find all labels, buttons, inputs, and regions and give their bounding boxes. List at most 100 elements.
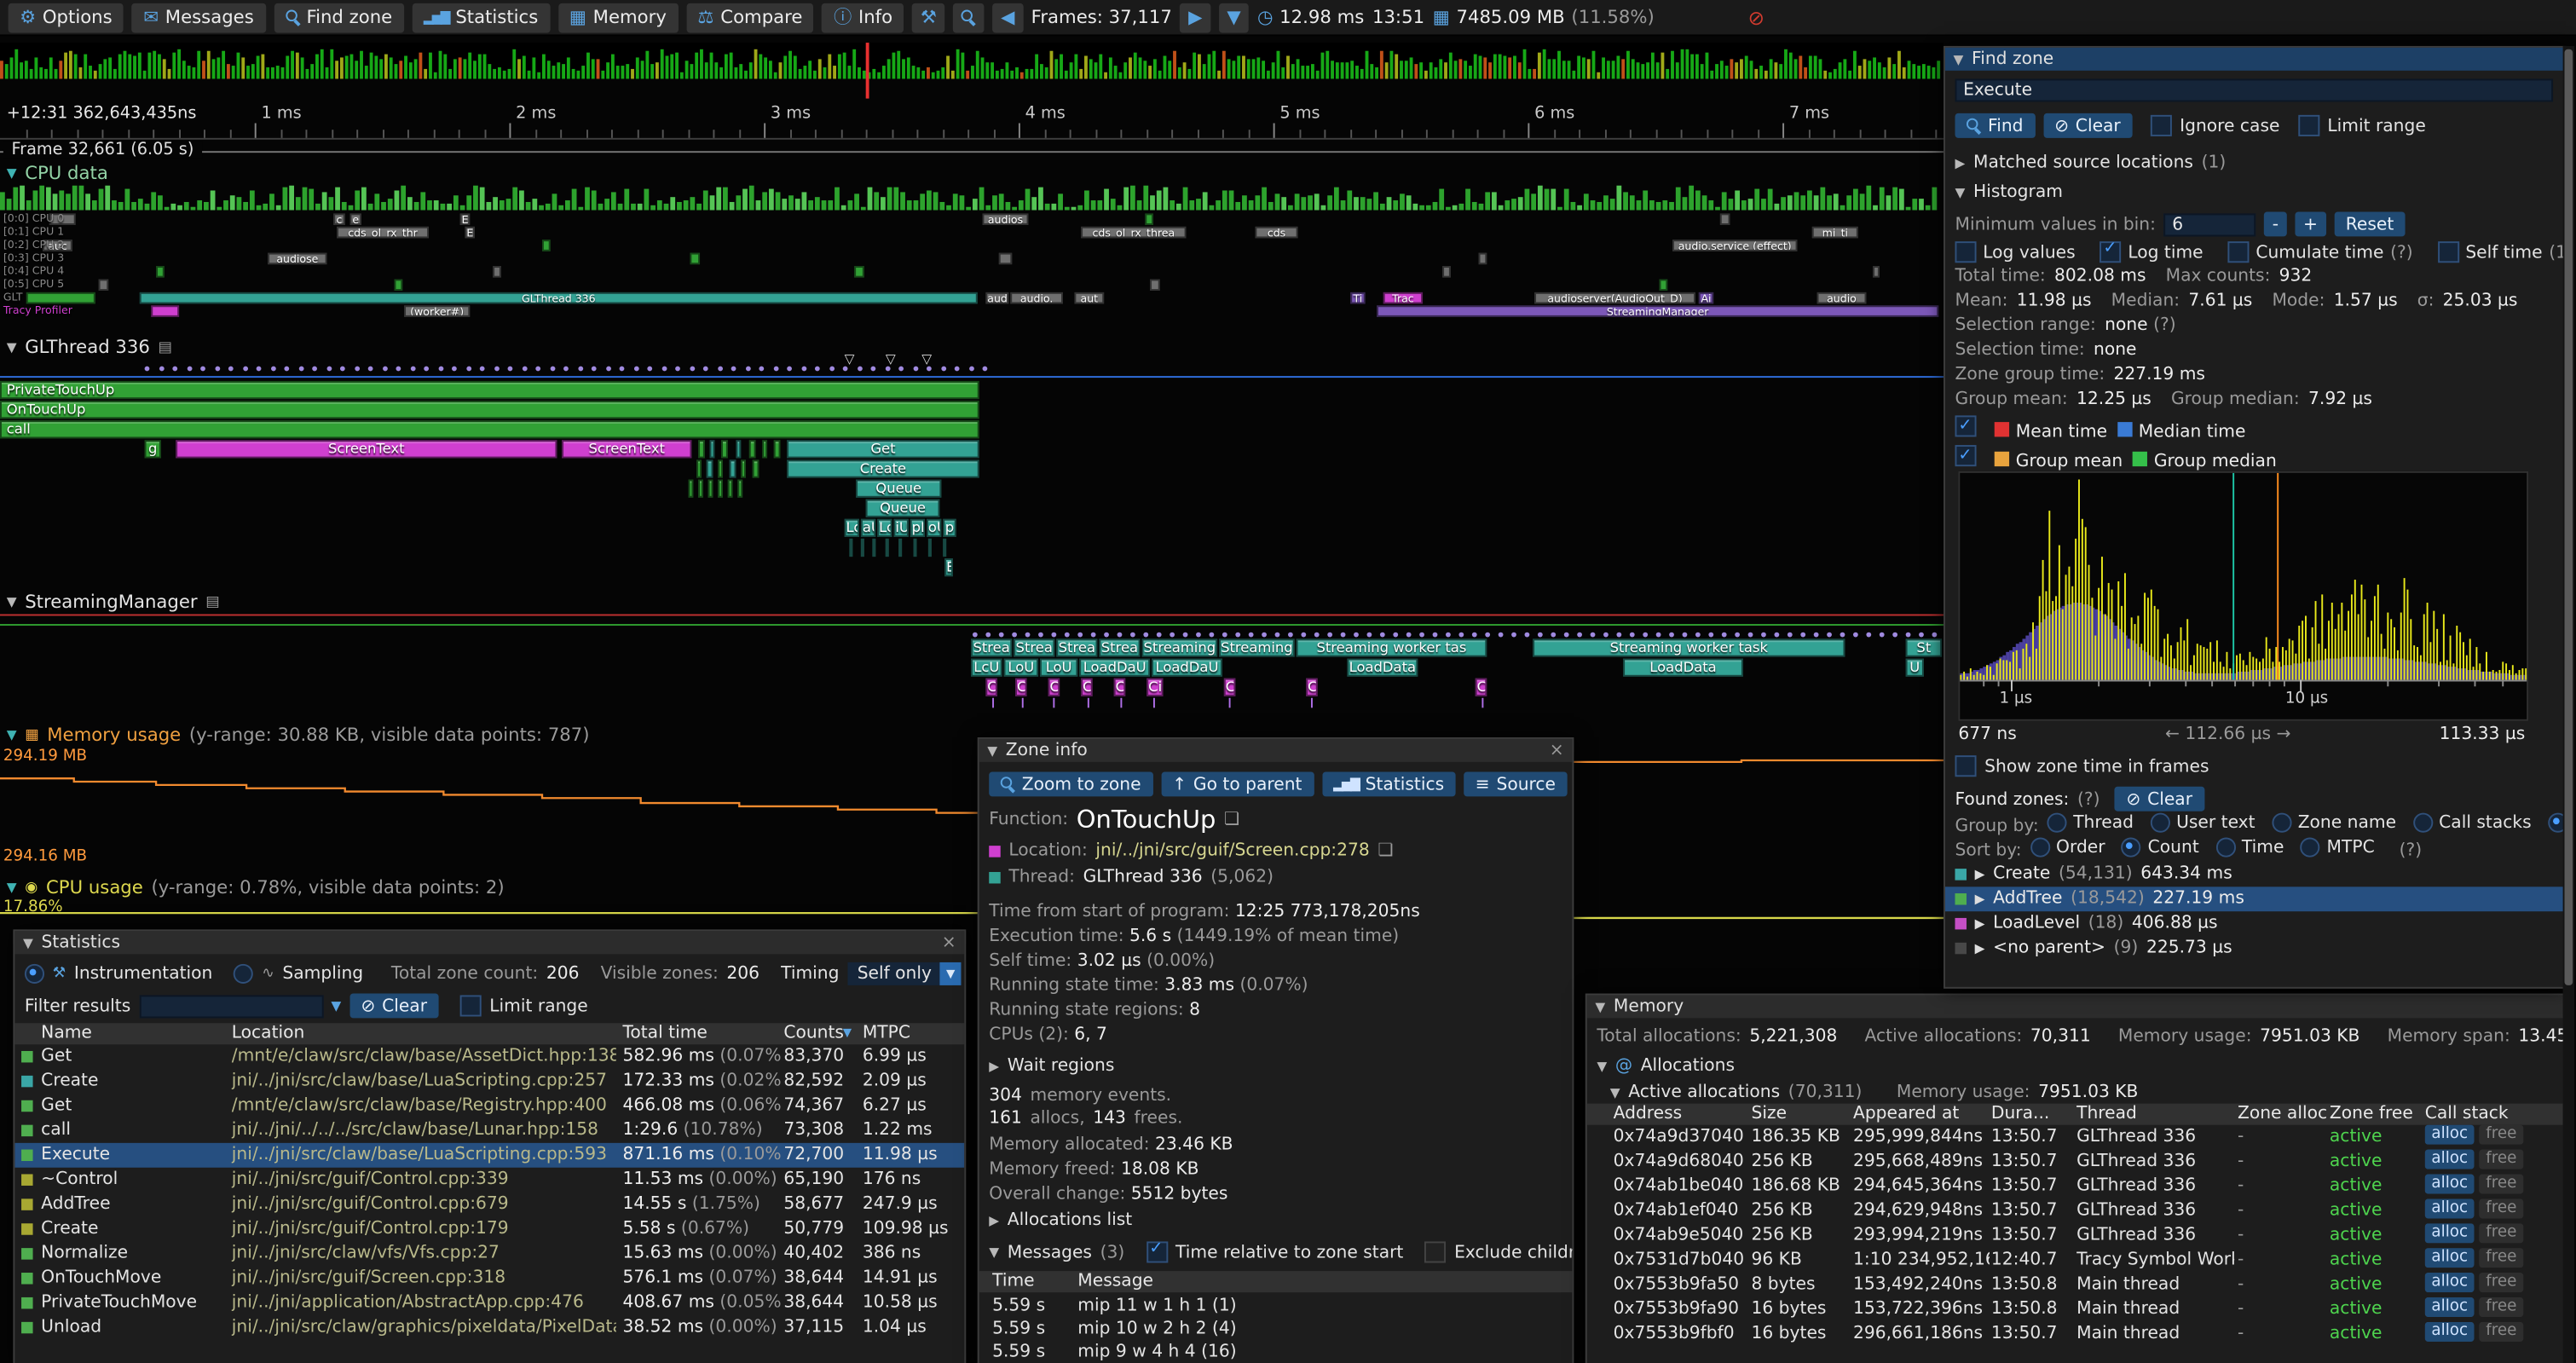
checkbox-self-time[interactable]: Self time(100.00%) (2438, 241, 2565, 263)
frame-bar[interactable] (1814, 56, 1817, 79)
memory-usage-plot[interactable] (0, 748, 1944, 865)
sample-dot[interactable] (1695, 632, 1701, 638)
timing-select[interactable]: Self only (847, 962, 962, 985)
frame-bar[interactable] (858, 67, 861, 78)
frame-bar[interactable] (147, 53, 151, 79)
alloc-callstack-button[interactable]: alloc (2425, 1174, 2475, 1193)
frame-bar[interactable] (818, 59, 822, 78)
frame-bar[interactable] (1834, 69, 1837, 79)
frame-bar[interactable] (1198, 55, 1201, 79)
frame-bar[interactable] (1114, 66, 1118, 78)
frame-bar[interactable] (118, 55, 122, 79)
sample-dot[interactable] (1012, 632, 1017, 638)
sample-dot[interactable] (1051, 632, 1056, 638)
sample-dot[interactable] (577, 367, 582, 372)
sample-dot[interactable] (1591, 632, 1596, 638)
cpu-zone[interactable] (151, 305, 179, 316)
find-zone-search-input[interactable] (1955, 78, 2553, 101)
frame-bar[interactable] (1306, 66, 1309, 78)
frame-bar[interactable] (523, 56, 526, 79)
sample-dot[interactable] (999, 632, 1004, 638)
sample-dot[interactable] (1866, 632, 1871, 638)
tools-button[interactable]: ⚒ (912, 3, 944, 32)
frame-bar[interactable] (567, 57, 570, 78)
alloc-callstack-button[interactable]: alloc (2425, 1273, 2475, 1292)
scrollbar-thumb[interactable] (2565, 49, 2573, 985)
sample-dot[interactable] (1419, 632, 1424, 638)
cpu-zone[interactable]: (worker#) (404, 305, 470, 316)
frame-bar[interactable] (468, 53, 471, 79)
frame-bar[interactable] (498, 67, 501, 78)
frame-bar[interactable] (1676, 62, 1679, 78)
frame-bar[interactable] (1587, 59, 1591, 78)
sample-dot[interactable] (1249, 632, 1254, 638)
frame-bar[interactable] (335, 61, 338, 78)
cpu-zone[interactable]: mi_ti (1812, 227, 1858, 238)
sample-dot[interactable] (257, 367, 262, 372)
zone[interactable]: Streaming worker tas (1297, 638, 1487, 656)
zone[interactable]: ScreenText (176, 440, 557, 458)
frame-bar[interactable] (1400, 61, 1403, 78)
allocation-row[interactable]: 0x74ab1be040186.68 KB294,645,364ns13:50.… (1587, 1174, 2565, 1198)
sample-dot[interactable] (675, 367, 680, 372)
zone[interactable]: Queue (856, 480, 941, 498)
frame-bar[interactable] (237, 53, 240, 79)
sample-dot[interactable] (1525, 632, 1530, 638)
sample-dot[interactable] (1183, 632, 1188, 638)
cpu-zone[interactable] (1660, 280, 1668, 291)
sample-dot[interactable] (312, 367, 317, 372)
frame-bar[interactable] (1439, 59, 1442, 78)
stats-table-row[interactable]: Createjni/../jni/src/claw/base/LuaScript… (14, 1069, 964, 1094)
frame-bar[interactable] (1395, 55, 1398, 79)
cpu-usage-header[interactable]: ▼ ◉ CPU usage (y-range: 0.78%, visible d… (7, 877, 505, 898)
zone[interactable]: call (0, 420, 979, 438)
frame-bar[interactable] (1454, 61, 1458, 78)
sample-dot[interactable] (1235, 632, 1240, 638)
frame-bar[interactable] (419, 53, 422, 79)
frame-bar[interactable] (675, 53, 679, 79)
frame-bar[interactable] (581, 66, 585, 78)
zone[interactable]: LoadDaU (1079, 659, 1150, 677)
found-zone-row[interactable]: ▶AddTree(18,542)227.19 ms (1945, 887, 2565, 911)
frame-bar[interactable] (1548, 59, 1551, 78)
sample-dot[interactable] (1827, 632, 1832, 638)
frame-bar[interactable] (1897, 51, 1901, 79)
free-callstack-button[interactable]: free (2480, 1223, 2524, 1243)
min-bin-input[interactable] (2164, 212, 2256, 235)
zone[interactable] (698, 440, 705, 458)
frame-bar[interactable] (20, 62, 23, 78)
frame-bar[interactable] (172, 53, 176, 79)
frame-bar[interactable] (1538, 53, 1541, 79)
frame-bar[interactable] (946, 56, 950, 79)
allocations-list-toggle[interactable]: ▶ Allocations list (989, 1210, 1132, 1230)
frame-bar[interactable] (163, 59, 166, 78)
frame-bar[interactable] (1178, 67, 1181, 78)
sample-dot[interactable] (913, 367, 918, 372)
frame-bar[interactable] (1015, 67, 1019, 78)
close-icon[interactable]: × (1550, 741, 1564, 760)
frame-bar[interactable] (1774, 62, 1777, 78)
frame-bar[interactable] (1572, 71, 1575, 79)
frame-bar[interactable] (360, 51, 363, 79)
allocation-row[interactable]: 0x74ab1ef040256 KB294,629,948ns13:50.7GL… (1587, 1198, 2565, 1223)
frame-bar[interactable] (1892, 64, 1896, 78)
frame-bar[interactable] (1123, 62, 1127, 78)
frame-bar[interactable] (207, 51, 211, 79)
radio-icon[interactable] (2272, 813, 2291, 833)
checkbox-icon[interactable] (2228, 241, 2250, 263)
frame-bar[interactable] (1153, 59, 1157, 78)
frame-bar[interactable] (1612, 61, 1615, 78)
cpu-zone[interactable]: StreamingManager (1377, 305, 1938, 316)
frame-bar[interactable] (1685, 49, 1689, 79)
frame-bar[interactable] (1706, 53, 1709, 79)
frame-bar[interactable] (1301, 66, 1304, 78)
sample-dot[interactable] (973, 632, 978, 638)
cpu-zone[interactable]: cds (1255, 227, 1297, 238)
frame-bar[interactable] (1557, 51, 1561, 79)
frame-bar[interactable] (1828, 72, 1832, 79)
sample-dot[interactable] (1104, 632, 1109, 638)
help-icon[interactable]: (?) (2400, 840, 2423, 859)
memory-titlebar[interactable]: ▼ Memory (1587, 995, 2565, 1018)
frame-bar[interactable] (641, 61, 644, 78)
zone[interactable]: U (1906, 659, 1924, 677)
